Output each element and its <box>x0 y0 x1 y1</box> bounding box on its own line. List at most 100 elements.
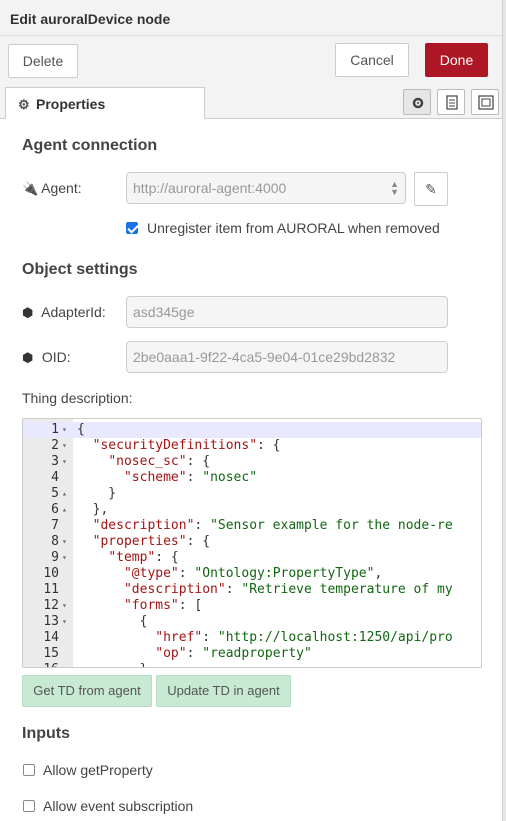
code-text: }, <box>77 502 109 517</box>
fold-collapse-icon[interactable]: ▾ <box>62 550 72 566</box>
line-number: 4 <box>51 470 59 485</box>
unregister-label: Unregister item from AURORAL when remove… <box>147 220 440 236</box>
code-text: } <box>77 662 148 667</box>
code-line[interactable]: 15 "op": "readproperty" <box>23 646 481 662</box>
cube-icon: ⬢ <box>22 350 34 365</box>
fold-end-icon[interactable]: ▴ <box>62 486 72 502</box>
code-line[interactable]: 12 ▾ "forms": [ <box>23 598 481 614</box>
line-number: 1 <box>51 422 59 437</box>
adapter-label: AdapterId: <box>41 304 106 320</box>
layout-icon <box>478 95 494 110</box>
document-icon <box>446 95 458 110</box>
code-line[interactable]: 8 ▾ "properties": { <box>23 534 481 550</box>
line-number: 3 <box>51 454 59 469</box>
properties-panel: Agent connection 🔌 Agent: http://auroral… <box>0 120 502 821</box>
code-text: "scheme": "nosec" <box>123 470 258 485</box>
code-text: "temp": { <box>108 550 179 565</box>
code-line[interactable]: 1 ▾ { <box>23 422 481 438</box>
tab-description[interactable] <box>437 89 465 115</box>
tab-appearance[interactable] <box>471 89 499 115</box>
line-number: 9 <box>51 550 59 565</box>
line-number: 5 <box>51 486 59 501</box>
fold-collapse-icon[interactable]: ▾ <box>62 598 72 614</box>
agent-select-value: http://auroral-agent:4000 <box>133 180 287 196</box>
adapter-id-input[interactable]: asd345ge <box>126 296 448 328</box>
code-line[interactable]: 5 ▴ } <box>23 486 481 502</box>
code-line[interactable]: 13 ▾ { <box>23 614 481 630</box>
thing-description-editor[interactable]: 1 ▾{2 ▾ "securityDefinitions": {3 ▾ "nosec_… <box>22 418 482 668</box>
allow-get-property-label: Allow getProperty <box>43 762 153 778</box>
code-line[interactable]: 2 ▾ "securityDefinitions": { <box>23 438 481 454</box>
agent-label-row: 🔌 Agent: <box>22 180 82 197</box>
code-text: "description": "Retrieve temperature of … <box>123 582 453 597</box>
line-number: 15 <box>43 646 59 661</box>
line-number: 13 <box>43 614 59 629</box>
done-button[interactable]: Done <box>425 43 488 77</box>
code-line[interactable]: 4 "scheme": "nosec" <box>23 470 481 486</box>
line-number: 7 <box>51 518 59 533</box>
edit-agent-button[interactable]: ✎ <box>414 172 448 206</box>
line-number: 10 <box>43 566 59 581</box>
inputs-heading: Inputs <box>22 725 70 742</box>
fold-collapse-icon[interactable]: ▾ <box>62 534 72 550</box>
line-number: 2 <box>51 438 59 453</box>
tab-settings[interactable] <box>403 89 431 115</box>
code-text: "properties": { <box>92 534 211 549</box>
code-line[interactable]: 10 "@type": "Ontology:PropertyType", <box>23 566 481 582</box>
update-td-button[interactable]: Update TD in agent <box>156 675 291 707</box>
agent-label: Agent: <box>41 180 82 196</box>
thing-description-label: Thing description: <box>22 390 133 406</box>
agent-connection-heading: Agent connection <box>22 137 158 154</box>
allow-event-checkbox[interactable] <box>23 800 35 812</box>
code-text: "description": "Sensor example for the n… <box>92 518 453 533</box>
oid-label-row: ⬢ OID: <box>22 349 71 366</box>
code-line[interactable]: 7 "description": "Sensor example for the… <box>23 518 481 534</box>
pencil-icon: ✎ <box>425 181 437 197</box>
dialog-title: Edit auroralDevice node <box>0 0 502 36</box>
oid-input[interactable]: 2be0aaa1-9f22-4ca5-9e04-01ce29bd2832 <box>126 341 448 373</box>
fold-collapse-icon[interactable]: ▾ <box>62 422 72 438</box>
code-line[interactable]: 3 ▾ "nosec_sc": { <box>23 454 481 470</box>
cancel-button[interactable]: Cancel <box>335 43 409 77</box>
allow-event-label: Allow event subscription <box>43 798 194 814</box>
fold-collapse-icon[interactable]: ▾ <box>62 438 72 454</box>
dialog-toolbar: Delete Cancel Done <box>0 36 502 83</box>
line-number: 16 <box>23 662 59 667</box>
line-number: 6 <box>51 502 59 517</box>
unregister-checkbox[interactable] <box>126 222 138 234</box>
code-line[interactable]: 9 ▾ "temp": { <box>23 550 481 566</box>
gear-icon <box>412 97 424 109</box>
object-settings-heading: Object settings <box>22 261 138 278</box>
code-text: "op": "readproperty" <box>155 646 312 661</box>
tab-properties-label: Properties <box>36 96 106 112</box>
delete-button[interactable]: Delete <box>8 44 78 78</box>
tab-bar: ⚙ Properties <box>0 83 502 119</box>
code-line[interactable]: 16▴ } <box>23 662 481 667</box>
get-td-button[interactable]: Get TD from agent <box>22 675 152 707</box>
line-number: 8 <box>51 534 59 549</box>
fold-collapse-icon[interactable]: ▾ <box>62 614 72 630</box>
line-number: 11 <box>43 582 59 597</box>
code-text: "securityDefinitions": { <box>92 438 281 453</box>
plug-icon: 🔌 <box>22 181 39 196</box>
cube-icon: ⬢ <box>22 305 34 320</box>
agent-select[interactable]: http://auroral-agent:4000 ▲ ▼ <box>126 172 406 204</box>
code-text: { <box>77 422 85 437</box>
line-number: 12 <box>43 598 59 613</box>
adapter-label-row: ⬢ AdapterId: <box>22 304 106 321</box>
fold-end-icon[interactable]: ▴ <box>62 502 72 518</box>
code-text: { <box>77 614 148 629</box>
fold-end-icon[interactable]: ▴ <box>62 662 72 667</box>
select-arrows-icon: ▲ ▼ <box>390 179 399 197</box>
code-line[interactable]: 14 "href": "http://localhost:1250/api/pr… <box>23 630 481 646</box>
allow-get-property-checkbox[interactable] <box>23 764 35 776</box>
oid-label: OID: <box>41 349 71 365</box>
gear-icon: ⚙ <box>18 97 30 112</box>
code-line[interactable]: 11 "description": "Retrieve temperature … <box>23 582 481 598</box>
code-text: } <box>77 486 117 501</box>
code-line[interactable]: 6 ▴ }, <box>23 502 481 518</box>
tab-properties[interactable]: ⚙ Properties <box>5 87 205 119</box>
fold-collapse-icon[interactable]: ▾ <box>62 454 72 470</box>
line-number: 14 <box>43 630 59 645</box>
window-edge <box>502 0 506 821</box>
